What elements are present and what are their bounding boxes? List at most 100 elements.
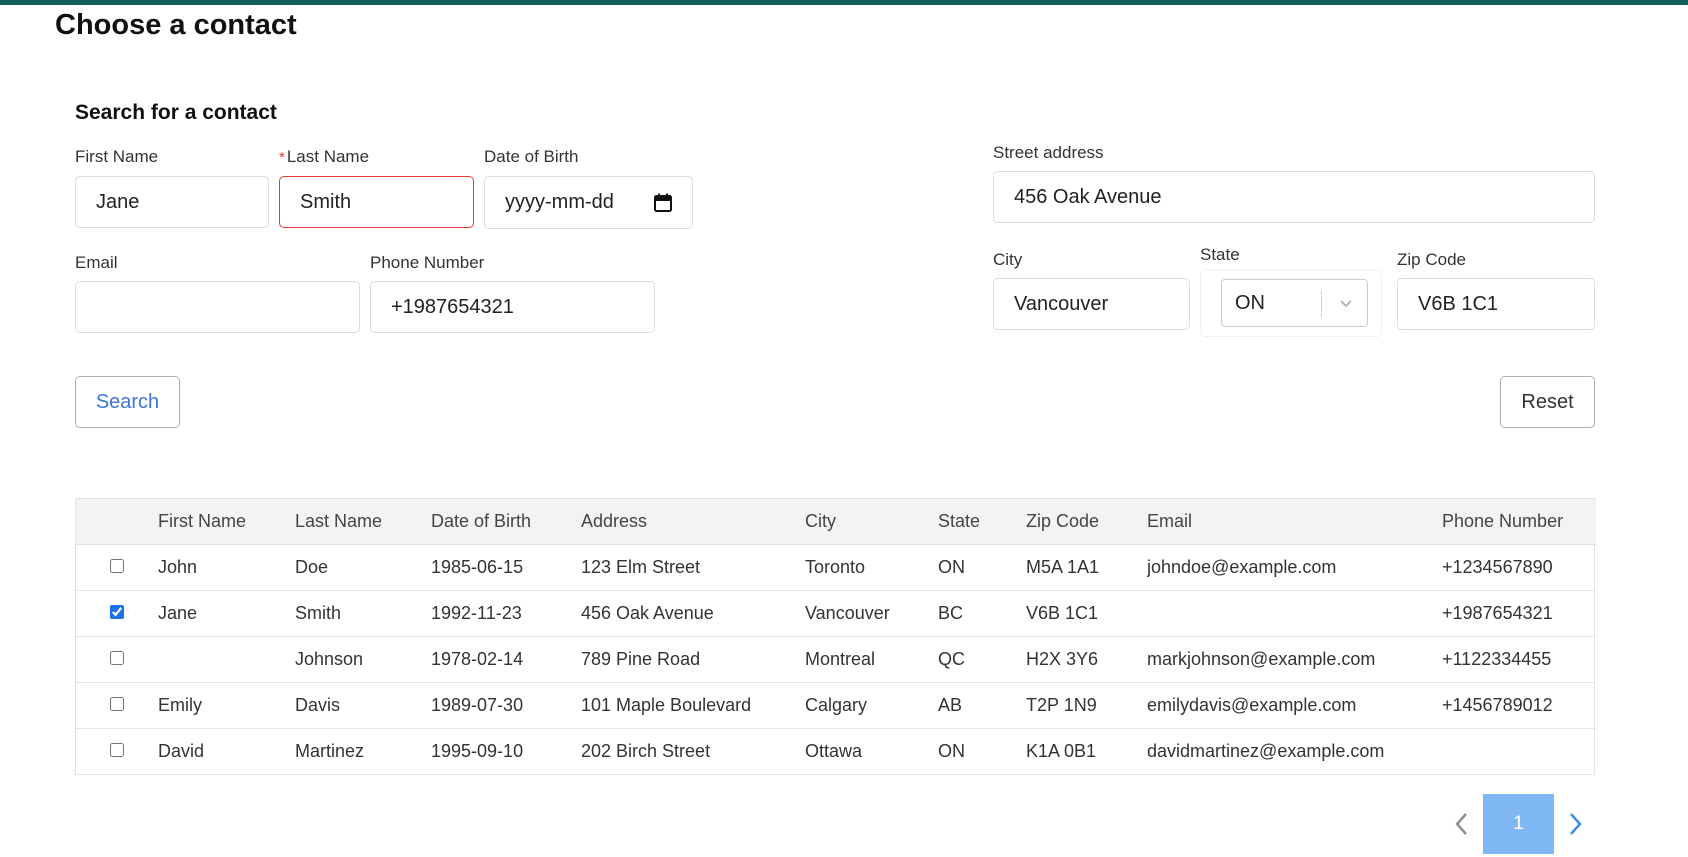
state-field: ON bbox=[1200, 269, 1382, 337]
table-cell: +1987654321 bbox=[1442, 590, 1596, 637]
table-cell: V6B 1C1 bbox=[1026, 590, 1147, 637]
table-cell: Jane bbox=[158, 590, 295, 637]
table-cell: Martinez bbox=[295, 740, 365, 761]
column-header: First Name bbox=[158, 499, 295, 545]
table-cell: M5A 1A1 bbox=[1026, 544, 1147, 591]
row-checkbox[interactable] bbox=[110, 742, 124, 757]
table-cell: markjohnson@example.com bbox=[1147, 636, 1442, 683]
column-header: Zip Code bbox=[1026, 499, 1147, 545]
table-cell: emilydavis@example.com bbox=[1147, 682, 1442, 729]
chevron-right-icon[interactable] bbox=[1555, 794, 1595, 854]
column-header: Last Name bbox=[295, 499, 431, 545]
table-cell: T2P 1N9 bbox=[1026, 682, 1147, 729]
date-of-birth-label: Date of Birth bbox=[484, 147, 579, 166]
row-checkbox[interactable] bbox=[110, 650, 124, 665]
table-cell: 1985-06-15 bbox=[431, 544, 581, 591]
table-cell: Montreal bbox=[805, 636, 938, 683]
table-cell bbox=[1442, 728, 1596, 774]
table-cell: 123 Elm Street bbox=[581, 544, 805, 591]
row-checkbox[interactable] bbox=[110, 604, 124, 619]
table-row[interactable]: Johnson 1978-02-14 789 Pine Road Montreal QC… bbox=[76, 636, 1596, 683]
table-row[interactable]: Jane Smith 1992-11-23 456 Oak Avenue Vancouv… bbox=[76, 590, 1596, 637]
table-cell: Vancouver bbox=[805, 590, 938, 637]
row-select-cell bbox=[76, 590, 158, 637]
search-button[interactable]: Search bbox=[75, 376, 180, 428]
table-cell: 1978-02-14 bbox=[431, 636, 581, 683]
table-cell: Toronto bbox=[805, 544, 938, 591]
state-label: State bbox=[1200, 245, 1240, 264]
phone-input[interactable] bbox=[370, 281, 655, 333]
table-cell: Ottawa bbox=[805, 740, 863, 761]
table-cell: BC bbox=[938, 590, 1026, 637]
table-cell: 1995-09-10 bbox=[431, 740, 524, 761]
chevron-left-icon[interactable] bbox=[1442, 794, 1482, 854]
row-checkbox[interactable] bbox=[110, 558, 124, 573]
table-cell: QC bbox=[938, 636, 1026, 683]
zip-input[interactable] bbox=[1397, 278, 1595, 330]
first-name-input[interactable] bbox=[75, 176, 269, 228]
table-cell: ON bbox=[938, 544, 1026, 591]
reset-button[interactable]: Reset bbox=[1500, 376, 1595, 428]
table-cell: +1456789012 bbox=[1442, 682, 1596, 729]
last-name-label-text: Last Name bbox=[286, 147, 370, 166]
email-input[interactable] bbox=[75, 281, 360, 333]
table-cell: davidmartinez@example.com bbox=[1147, 740, 1385, 761]
page-title: Choose a contact bbox=[55, 9, 297, 41]
table-row[interactable]: John Doe 1985-06-15 123 Elm Street Toronto ON… bbox=[76, 544, 1596, 591]
city-label: City bbox=[993, 250, 1023, 269]
page-number-button[interactable]: 1 bbox=[1483, 794, 1554, 854]
chevron-down-icon[interactable] bbox=[1338, 294, 1354, 310]
column-header: Address bbox=[581, 499, 805, 545]
table-cell: 1992-11-23 bbox=[431, 590, 581, 637]
row-select-cell bbox=[76, 544, 158, 591]
table-cell: Calgary bbox=[805, 682, 938, 729]
table-cell: johndoe@example.com bbox=[1147, 544, 1442, 591]
calendar-icon[interactable] bbox=[654, 193, 672, 212]
table-cell: Davis bbox=[295, 682, 431, 729]
date-placeholder: yyyy-mm-dd bbox=[505, 191, 614, 213]
column-header: City bbox=[805, 499, 938, 545]
select-divider bbox=[1321, 290, 1322, 318]
city-input[interactable] bbox=[993, 278, 1190, 330]
email-label: Email bbox=[75, 253, 118, 272]
state-select[interactable]: ON bbox=[1221, 279, 1368, 327]
street-input[interactable] bbox=[993, 171, 1595, 223]
column-header: Date of Birth bbox=[431, 499, 581, 545]
table-cell: ON bbox=[938, 740, 965, 761]
top-accent-bar bbox=[0, 0, 1688, 5]
date-of-birth-input[interactable]: yyyy-mm-dd bbox=[484, 176, 693, 229]
table-cell: K1A 0B1 bbox=[1026, 740, 1097, 761]
table-cell bbox=[158, 636, 295, 683]
table-cell: Johnson bbox=[295, 636, 431, 683]
column-header: Email bbox=[1147, 499, 1442, 545]
table-header-row: First Name Last Name Date of Birth Addre… bbox=[76, 499, 1596, 545]
table-cell: Smith bbox=[295, 590, 431, 637]
table-row[interactable]: Emily Davis 1989-07-30 101 Maple Boulevard C… bbox=[76, 682, 1596, 729]
table-cell: 456 Oak Avenue bbox=[581, 590, 805, 637]
table-cell: 101 Maple Boulevard bbox=[581, 682, 805, 729]
table-cell: H2X 3Y6 bbox=[1026, 636, 1147, 683]
column-header: State bbox=[938, 499, 1026, 545]
last-name-input[interactable] bbox=[279, 176, 474, 228]
zip-label: Zip Code bbox=[1397, 250, 1466, 269]
row-select-cell bbox=[76, 636, 158, 683]
first-name-label: First Name bbox=[75, 147, 159, 166]
row-select-cell bbox=[76, 728, 158, 774]
table-row[interactable]: David Martinez 1995-09-10 202 Birch Street O… bbox=[76, 728, 1596, 774]
table-cell: 789 Pine Road bbox=[581, 636, 805, 683]
table-cell: David bbox=[158, 740, 205, 761]
table-cell: John bbox=[158, 544, 295, 591]
required-marker: * bbox=[279, 149, 285, 166]
table-cell: 202 Birch Street bbox=[581, 740, 711, 761]
select-column-header bbox=[76, 499, 158, 545]
table-cell: Emily bbox=[158, 682, 295, 729]
table-cell bbox=[1147, 590, 1442, 637]
row-checkbox[interactable] bbox=[110, 696, 124, 711]
row-select-cell bbox=[76, 682, 158, 729]
results-table: First Name Last Name Date of Birth Addre… bbox=[75, 498, 1596, 775]
street-label: Street address bbox=[993, 143, 1104, 162]
section-title: Search for a contact bbox=[75, 101, 277, 124]
table-cell: Doe bbox=[295, 544, 431, 591]
state-selected-value: ON bbox=[1235, 291, 1265, 314]
table-cell: 1989-07-30 bbox=[431, 682, 581, 729]
